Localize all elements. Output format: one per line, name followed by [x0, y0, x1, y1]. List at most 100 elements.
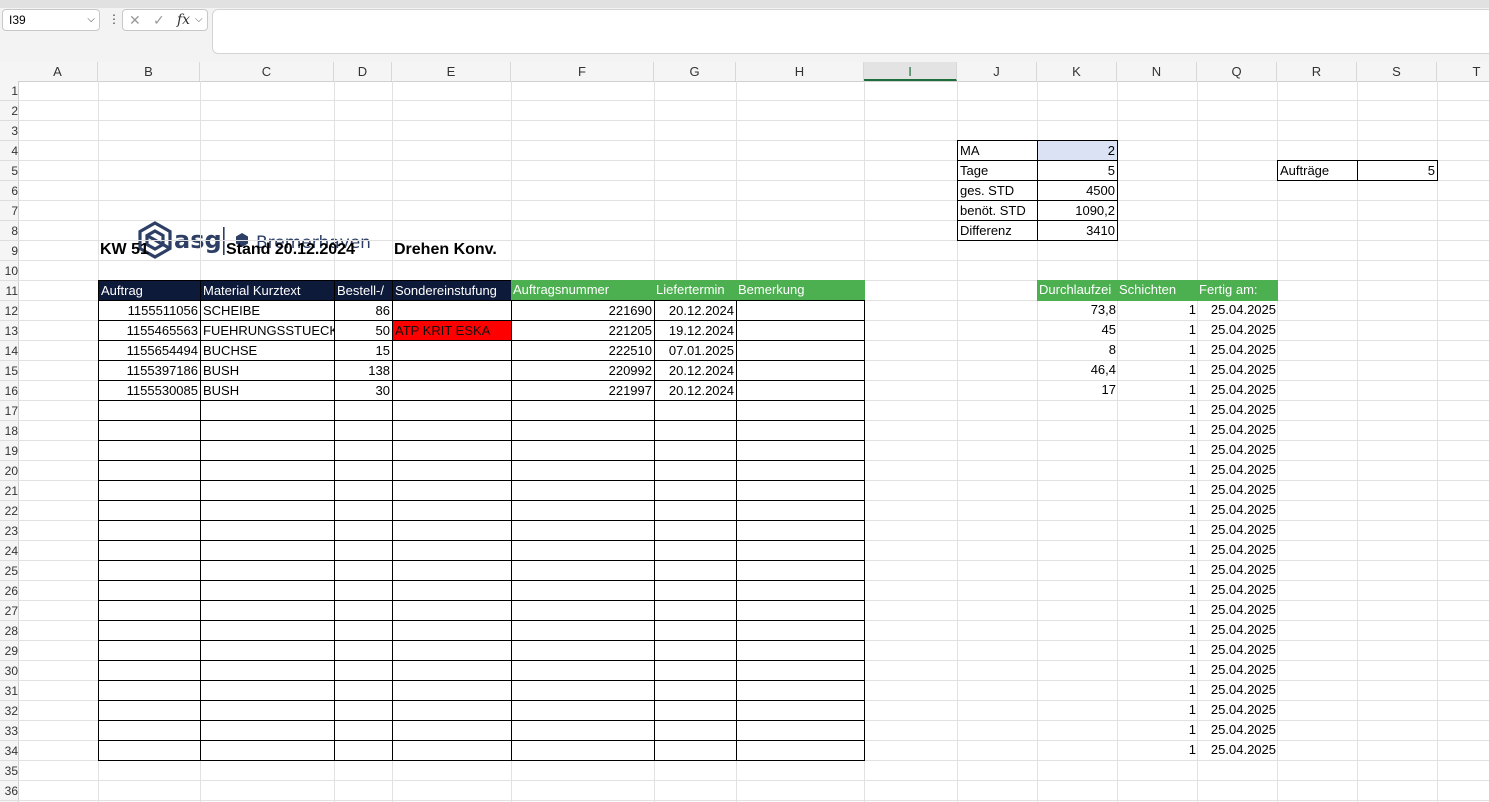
- orders-cell-bestell[interactable]: [334, 460, 393, 481]
- row-header-1[interactable]: 1: [0, 81, 18, 101]
- column-header-j[interactable]: J: [957, 62, 1037, 81]
- schichten-cell[interactable]: 1: [1117, 520, 1198, 541]
- fertig-am-cell[interactable]: 25.04.2025: [1197, 720, 1278, 741]
- orders-cell-material[interactable]: [200, 660, 335, 681]
- durchlaufzeit-cell[interactable]: [1037, 440, 1118, 461]
- orders-cell-sonder[interactable]: [392, 500, 512, 521]
- schichten-cell[interactable]: 1: [1117, 560, 1198, 581]
- orders-cell-bestell[interactable]: 86: [334, 300, 393, 321]
- column-header-c[interactable]: C: [200, 62, 334, 81]
- row-header-36[interactable]: 36: [0, 781, 18, 801]
- orders-cell-termin[interactable]: [654, 640, 737, 661]
- schichten-cell[interactable]: 1: [1117, 500, 1198, 521]
- orders-header-3[interactable]: Bestell-/: [334, 280, 393, 301]
- durchlaufzeit-cell[interactable]: [1037, 600, 1118, 621]
- row-header-7[interactable]: 7: [0, 201, 18, 221]
- fertig-am-cell[interactable]: 25.04.2025: [1197, 600, 1278, 621]
- orders-cell-auftrag[interactable]: 1155654494: [98, 340, 201, 361]
- chevron-down-icon[interactable]: ⌵: [195, 14, 203, 25]
- fertig-am-cell[interactable]: 25.04.2025: [1197, 320, 1278, 341]
- row-header-28[interactable]: 28: [0, 621, 18, 641]
- schichten-cell[interactable]: 1: [1117, 640, 1198, 661]
- chevron-down-icon[interactable]: ⌵: [87, 14, 95, 25]
- orders-cell-auftrag[interactable]: 1155511056: [98, 300, 201, 321]
- orders-cell-auftrag[interactable]: [98, 600, 201, 621]
- orders-cell-nummer[interactable]: [511, 560, 655, 581]
- orders-cell-termin[interactable]: 20.12.2024: [654, 380, 737, 401]
- orders-cell-bestell[interactable]: 15: [334, 340, 393, 361]
- orders-cell-bemerkung[interactable]: [736, 380, 865, 401]
- orders-cell-nummer[interactable]: [511, 740, 655, 761]
- orders-cell-material[interactable]: BUCHSE: [200, 340, 335, 361]
- schichten-cell[interactable]: 1: [1117, 680, 1198, 701]
- column-header-f[interactable]: F: [511, 62, 654, 81]
- schichten-cell[interactable]: 1: [1117, 580, 1198, 601]
- orders-cell-nummer[interactable]: [511, 640, 655, 661]
- row-header-5[interactable]: 5: [0, 161, 18, 181]
- orders-cell-auftrag[interactable]: 1155530085: [98, 380, 201, 401]
- row-header-25[interactable]: 25: [0, 561, 18, 581]
- fertig-am-cell[interactable]: 25.04.2025: [1197, 700, 1278, 721]
- schichten-cell[interactable]: 1: [1117, 440, 1198, 461]
- fertig-am-cell[interactable]: 25.04.2025: [1197, 360, 1278, 381]
- orders-cell-auftrag[interactable]: [98, 420, 201, 441]
- orders-cell-sonder[interactable]: [392, 660, 512, 681]
- orders-cell-bestell[interactable]: [334, 500, 393, 521]
- orders-cell-nummer[interactable]: 220992: [511, 360, 655, 381]
- orders-cell-auftrag[interactable]: [98, 660, 201, 681]
- orders-cell-auftrag[interactable]: [98, 680, 201, 701]
- orders-cell-sonder[interactable]: [392, 440, 512, 461]
- row-header-30[interactable]: 30: [0, 661, 18, 681]
- enter-icon[interactable]: ✓: [153, 12, 165, 29]
- orders-cell-bestell[interactable]: [334, 660, 393, 681]
- row-header-8[interactable]: 8: [0, 221, 18, 241]
- schichten-cell[interactable]: 1: [1117, 480, 1198, 501]
- orders-cell-bemerkung[interactable]: [736, 600, 865, 621]
- schichten-cell[interactable]: 1: [1117, 420, 1198, 441]
- row-header-9[interactable]: 9: [0, 241, 18, 261]
- row-header-15[interactable]: 15: [0, 361, 18, 381]
- fertig-am-cell[interactable]: 25.04.2025: [1197, 660, 1278, 681]
- orders-cell-material[interactable]: [200, 640, 335, 661]
- orders-cell-termin[interactable]: 19.12.2024: [654, 320, 737, 341]
- summary-value[interactable]: 4500: [1037, 180, 1118, 201]
- durchlaufzeit-cell[interactable]: 73,8: [1037, 300, 1118, 321]
- orders-cell-bemerkung[interactable]: [736, 700, 865, 721]
- column-header-k[interactable]: K: [1037, 62, 1117, 81]
- fertig-am-cell[interactable]: 25.04.2025: [1197, 640, 1278, 661]
- orders-cell-nummer[interactable]: [511, 540, 655, 561]
- orders-cell-auftrag[interactable]: 1155397186: [98, 360, 201, 381]
- durchlaufzeit-cell[interactable]: [1037, 640, 1118, 661]
- row-header-29[interactable]: 29: [0, 641, 18, 661]
- orders-cell-sonder[interactable]: [392, 680, 512, 701]
- orders-cell-sonder[interactable]: [392, 720, 512, 741]
- orders-cell-material[interactable]: [200, 700, 335, 721]
- orders-cell-material[interactable]: [200, 600, 335, 621]
- orders-cell-material[interactable]: [200, 740, 335, 761]
- orders-cell-bestell[interactable]: [334, 540, 393, 561]
- durchlaufzeit-cell[interactable]: [1037, 400, 1118, 421]
- durchlaufzeit-cell[interactable]: [1037, 480, 1118, 501]
- column-header-g[interactable]: G: [654, 62, 736, 81]
- orders-cell-auftrag[interactable]: [98, 620, 201, 641]
- summary-value[interactable]: 1090,2: [1037, 200, 1118, 221]
- row-header-35[interactable]: 35: [0, 761, 18, 781]
- orders-cell-bemerkung[interactable]: [736, 320, 865, 341]
- orders-cell-termin[interactable]: [654, 660, 737, 681]
- orders-cell-auftrag[interactable]: [98, 700, 201, 721]
- orders-cell-bemerkung[interactable]: [736, 640, 865, 661]
- orders-cell-sonder[interactable]: [392, 480, 512, 501]
- row-header-16[interactable]: 16: [0, 381, 18, 401]
- row-header-13[interactable]: 13: [0, 321, 18, 341]
- orders-cell-material[interactable]: [200, 540, 335, 561]
- orders-cell-material[interactable]: [200, 400, 335, 421]
- schichten-cell[interactable]: 1: [1117, 320, 1198, 341]
- summary-value[interactable]: 2: [1037, 140, 1118, 161]
- orders-cell-bestell[interactable]: [334, 620, 393, 641]
- orders-cell-termin[interactable]: [654, 500, 737, 521]
- orders-cell-termin[interactable]: [654, 720, 737, 741]
- row-header-31[interactable]: 31: [0, 681, 18, 701]
- durchlaufzeit-cell[interactable]: [1037, 680, 1118, 701]
- orders-cell-termin[interactable]: [654, 520, 737, 541]
- row-header-33[interactable]: 33: [0, 721, 18, 741]
